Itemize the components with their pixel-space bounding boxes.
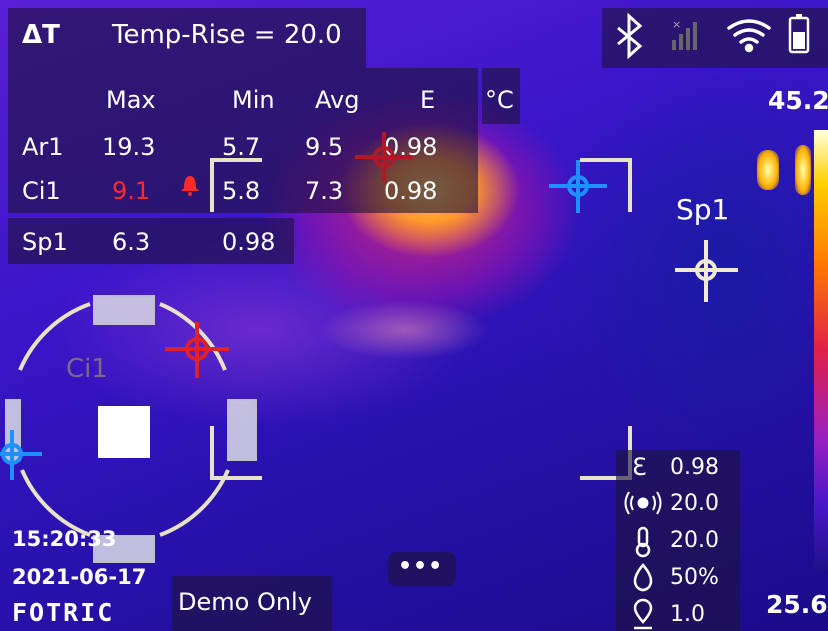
fotric-logo: FOTRIC (12, 598, 115, 627)
row-ar1-max: 19.3 (102, 133, 156, 161)
spot-sp1-crosshair-icon[interactable] (675, 240, 738, 302)
row-sp1-e: 0.98 (222, 228, 276, 256)
col-header-avg: Avg (315, 86, 360, 114)
param-reflected-temp-value[interactable]: 20.0 (670, 491, 719, 516)
param-humidity-value[interactable]: 50% (670, 565, 719, 590)
more-dots-icon[interactable]: ••• (398, 554, 443, 579)
unit-label[interactable]: °C (485, 86, 514, 114)
col-header-min: Min (232, 86, 275, 114)
row-sp1-name: Sp1 (22, 228, 68, 256)
row-ar1-min: 5.7 (222, 133, 261, 161)
row-ci1-avg: 7.3 (305, 177, 344, 205)
scale-min-label: 25.6 (766, 590, 828, 619)
thermal-viewfinder[interactable]: ΔT Temp-Rise = 20.0 × Max Min Avg E °C A… (0, 0, 828, 631)
scene-highlight (320, 300, 490, 360)
max-temp-marker-icon (165, 322, 229, 378)
row-ci1-min: 5.8 (222, 177, 261, 205)
ci1-min-marker-icon (0, 430, 42, 480)
scene-hotspot-2 (795, 145, 811, 195)
row-ar1-name: Ar1 (22, 133, 64, 161)
param-ambient-temp-value[interactable]: 20.0 (670, 528, 719, 553)
date-label: 2021-06-17 (12, 565, 147, 589)
param-distance-value[interactable]: 1.0 (670, 602, 705, 627)
param-emissivity-value[interactable]: 0.98 (670, 455, 719, 480)
row-ar1-avg: 9.5 (305, 133, 344, 161)
circle-ci1-outline[interactable] (18, 302, 230, 537)
circle-ci1-handles[interactable] (5, 295, 257, 563)
time-label: 15:20:33 (12, 527, 117, 551)
col-header-max: Max (106, 86, 156, 114)
status-bar-panel (602, 8, 828, 68)
delta-t-symbol[interactable]: ΔT (22, 20, 60, 50)
scene-hotspot-1 (757, 150, 779, 190)
col-header-e: E (420, 86, 436, 114)
row-ci1-max-alarm: 9.1 (112, 177, 151, 205)
temp-rise-mode-label[interactable]: Temp-Rise = 20.0 (112, 20, 342, 50)
row-sp1-value: 6.3 (112, 228, 151, 256)
circle-ci1-center-handle[interactable] (98, 406, 150, 458)
demo-watermark: Demo Only (178, 588, 312, 616)
color-scale-bar (814, 130, 828, 570)
ar1-min-marker-icon (549, 160, 607, 213)
spot-sp1-label[interactable]: Sp1 (676, 193, 729, 226)
row-ci1-name: Ci1 (22, 177, 61, 205)
scale-max-label: 45.2 (768, 86, 828, 115)
row-ar1-e: 0.98 (384, 133, 438, 161)
circle-ci1-label[interactable]: Ci1 (66, 354, 108, 384)
row-ci1-e: 0.98 (384, 177, 438, 205)
